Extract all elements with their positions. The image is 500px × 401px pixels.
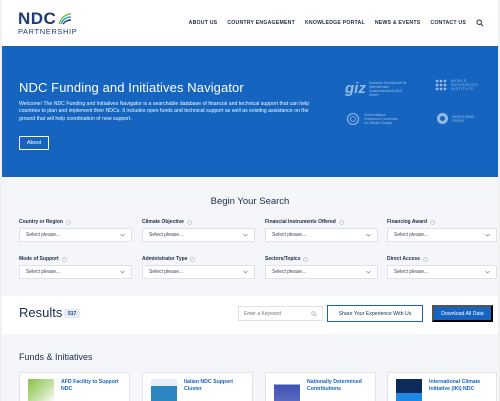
financing-award-select[interactable]: Select please... [387,228,497,242]
search-icon[interactable] [311,310,317,317]
world-bank-icon [437,113,448,124]
partner-logo-giz: giz Deutsche Gesellschaft für Internatio… [345,80,407,97]
chevron-down-icon [243,270,248,274]
fund-card[interactable]: Italian NDC Support Cluster [142,372,253,401]
partner-logo-unfccc: United Nations Framework Convention on C… [345,112,402,126]
mode-of-support-select[interactable]: Select please... [19,265,132,279]
chevron-down-icon [120,270,125,274]
funds-section: Funds & Initiatives AFD Facility to Supp… [2,334,498,401]
climate-objective-select[interactable]: Select please... [142,228,255,242]
partner-logo-world-bank: WORLD BANK GROUP [436,112,486,125]
partner-logo-wri: WORLD RESOURCES INSTITUTE [434,78,489,92]
nav-about-us[interactable]: ABOUT US [189,20,218,26]
info-icon[interactable] [303,256,309,262]
filter-financing-award: Financing Award Select please... [387,219,497,242]
chevron-down-icon [485,233,490,237]
fund-card-title: Italian NDC Support Cluster [184,379,233,392]
logo-sub-text: PARTNERSHIP [18,27,78,37]
filter-climate-objective: Climate Objective Select please... [142,219,255,242]
search-title: Begin Your Search [210,196,290,207]
share-experience-button[interactable]: Share Your Experience With Us [327,305,423,322]
fund-thumbnail [28,379,54,401]
fund-card-title: Nationally Determined Contributions [307,379,362,392]
chevron-down-icon [485,270,490,274]
search-icon[interactable] [476,19,484,27]
main-nav: ABOUT US COUNTRY ENGAGEMENT KNOWLEDGE PO… [189,19,484,27]
fund-card[interactable]: International Climate Initiative (IKI) N… [387,372,497,401]
search-section: Begin Your Search Country or Region Sele… [2,177,498,296]
fund-card-title: International Climate Initiative (IKI) N… [429,379,481,392]
nav-country-engagement[interactable]: COUNTRY ENGAGEMENT [227,20,295,26]
info-icon[interactable] [338,219,344,225]
logo-arcs-icon [58,13,72,25]
filter-sectors-topics: Sectors/Topics Select please... [265,256,378,279]
results-title: Results [19,305,63,320]
sectors-topics-select[interactable]: Select please... [265,265,378,279]
fund-thumbnail [274,379,300,401]
filter-administrator-type: Administrator Type Select please... [142,256,255,279]
chevron-down-icon [366,270,371,274]
page: NDC PARTNERSHIP ABOUT US COUNTRY ENGAGEM… [2,0,498,401]
fund-thumbnail [396,379,422,401]
filter-financial-instruments: Financial Instruments Offered Select ple… [265,219,378,242]
site-header: NDC PARTNERSHIP ABOUT US COUNTRY ENGAGEM… [2,0,498,46]
filter-mode-of-support: Mode of Support Select please... [19,256,132,279]
hero-banner: NDC Funding and Initiatives Navigator We… [2,46,498,177]
logo-main-text: NDC [18,9,57,29]
fund-thumbnail [151,379,177,401]
chevron-down-icon [366,233,371,237]
info-icon[interactable] [65,219,71,225]
country-region-select[interactable]: Select please... [19,228,132,242]
info-icon[interactable] [190,256,196,262]
about-button[interactable]: About [19,136,49,150]
nav-contact-us[interactable]: CONTACT US [430,20,466,26]
ndc-partnership-logo[interactable]: NDC PARTNERSHIP [18,10,77,36]
info-icon[interactable] [422,256,428,262]
direct-access-select[interactable]: Select please... [387,265,497,279]
funds-title: Funds & Initiatives [19,352,93,362]
administrator-type-select[interactable]: Select please... [142,265,255,279]
chevron-down-icon [120,233,125,237]
nav-news-events[interactable]: NEWS & EVENTS [375,20,421,26]
hero-description: Welcome! The NDC Funding and Initiatives… [19,101,310,122]
info-icon[interactable] [430,219,436,225]
wri-icon [435,79,447,91]
nav-knowledge-portal[interactable]: KNOWLEDGE PORTAL [305,20,365,26]
results-bar: Results 517 Share Your Experience With U… [2,296,498,334]
download-all-data-button[interactable]: Download All Data [432,305,493,322]
financial-instruments-select[interactable]: Select please... [265,228,378,242]
info-icon[interactable] [61,256,67,262]
keyword-input[interactable] [244,310,304,317]
fund-card[interactable]: AFD Facility to Support NDC [19,372,130,401]
keyword-search [238,306,323,321]
fund-card-title: AFD Facility to Support NDC [61,379,119,392]
filter-country-region: Country or Region Select please... [19,219,132,242]
chevron-down-icon [243,233,248,237]
page-title: NDC Funding and Initiatives Navigator [19,80,244,95]
fund-card[interactable]: Nationally Determined Contributions [265,372,376,401]
info-icon[interactable] [186,219,192,225]
un-emblem-icon [346,112,360,126]
filter-direct-access: Direct Access Select please... [387,256,497,279]
results-count-badge: 517 [64,309,81,318]
